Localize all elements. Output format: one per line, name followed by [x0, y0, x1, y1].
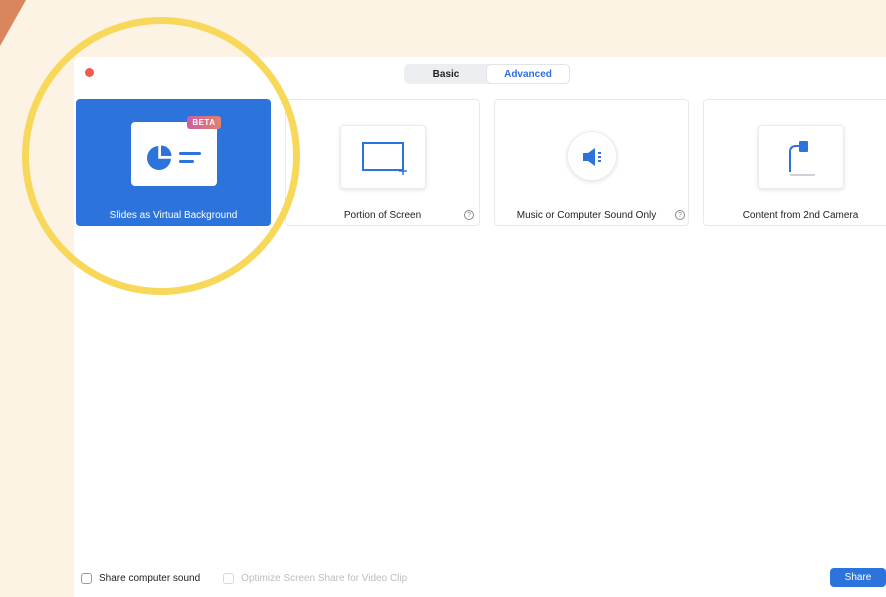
optimize-video-label: Optimize Screen Share for Video Clip: [241, 573, 408, 584]
sound-card: [566, 131, 617, 181]
beta-badge: BETA: [187, 116, 221, 129]
share-screen-window: Basic Advanced BETA Slides as Virtual Ba…: [74, 57, 886, 597]
camera-card: [757, 125, 844, 189]
tab-basic[interactable]: Basic: [405, 65, 487, 83]
document-camera-icon: [788, 141, 815, 176]
share-options-row: Share computer sound Optimize Screen Sha…: [81, 573, 430, 584]
option-second-camera[interactable]: Content from 2nd Camera ?: [703, 99, 886, 226]
option-computer-sound-only[interactable]: Music or Computer Sound Only ?: [494, 99, 689, 226]
help-icon[interactable]: ?: [675, 210, 685, 220]
close-window-button[interactable]: [85, 68, 94, 77]
option-portion-of-screen[interactable]: Portion of Screen ?: [285, 99, 480, 226]
slides-pie-icon: [146, 144, 201, 170]
decorative-corner: [0, 0, 26, 46]
optimize-video-checkbox[interactable]: [223, 573, 235, 584]
slides-card: BETA: [130, 116, 221, 186]
screen-portion-icon: [361, 142, 407, 175]
tab-advanced[interactable]: Advanced: [487, 65, 569, 83]
share-mode-tabs: Basic Advanced: [404, 64, 570, 84]
share-sound-label: Share computer sound: [99, 573, 201, 584]
option-slides-virtual-background[interactable]: BETA Slides as Virtual Background: [76, 99, 271, 226]
option-label: Slides as Virtual Background: [109, 210, 238, 221]
help-icon[interactable]: ?: [464, 210, 474, 220]
share-button[interactable]: Share: [830, 568, 886, 587]
share-sound-checkbox[interactable]: [81, 573, 92, 584]
option-label: Content from 2nd Camera: [742, 210, 859, 221]
option-label: Music or Computer Sound Only: [516, 210, 657, 221]
option-label: Portion of Screen: [343, 210, 422, 221]
portion-card: [339, 125, 426, 189]
speaker-icon: [582, 148, 601, 166]
